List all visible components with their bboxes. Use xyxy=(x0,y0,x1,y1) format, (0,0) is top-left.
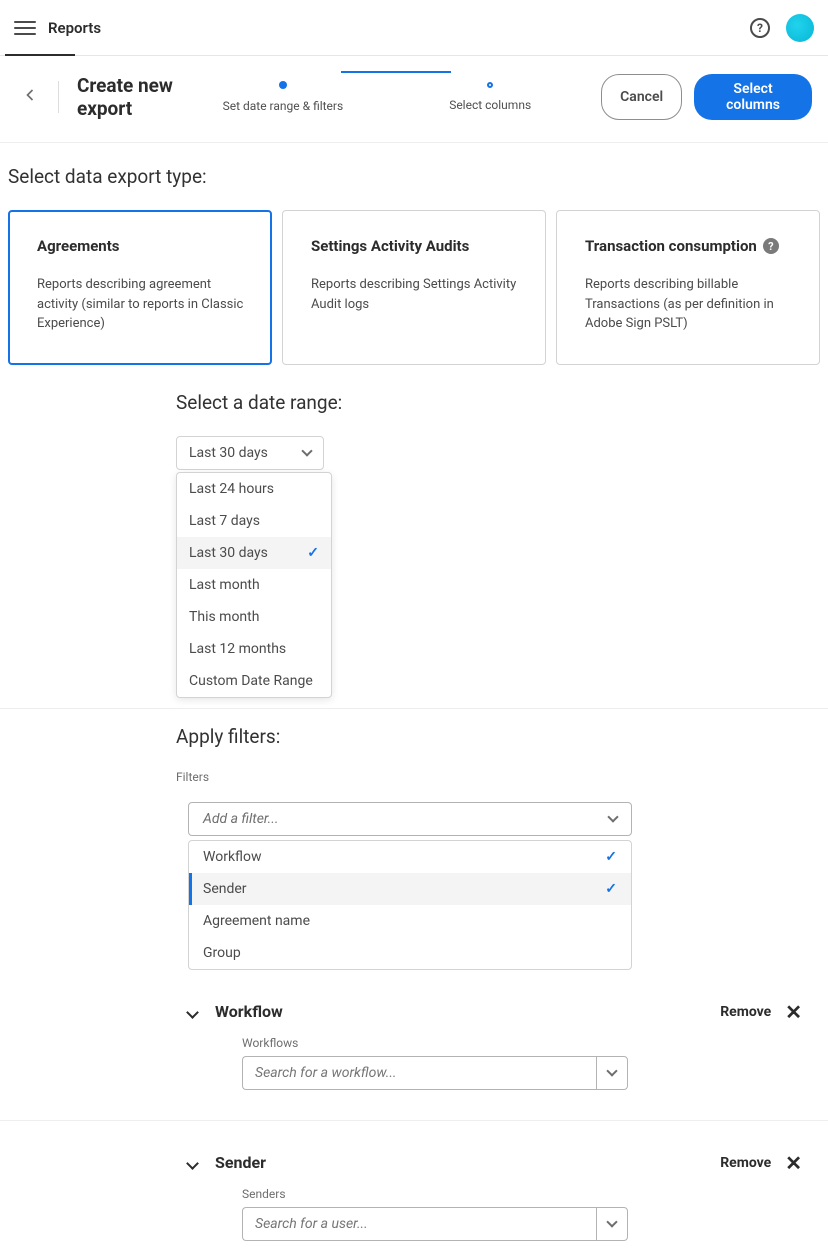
top-title: Reports xyxy=(48,19,101,37)
chevron-down-icon xyxy=(607,811,618,822)
add-filter-dropdown: Workflow✓ Sender✓ Agreement name Group xyxy=(188,840,632,970)
card-desc: Reports describing billable Transactions… xyxy=(585,275,797,334)
filter-block-title: Workflow xyxy=(215,1002,720,1021)
date-range-dropdown: Last 24 hours Last 7 days Last 30 days✓ … xyxy=(176,472,332,698)
check-icon: ✓ xyxy=(605,881,617,897)
sender-search-input[interactable] xyxy=(242,1207,596,1241)
card-agreements[interactable]: Agreements Reports describing agreement … xyxy=(8,210,272,365)
page-title: Create new export xyxy=(77,74,223,120)
add-filter-select[interactable]: Add a filter... xyxy=(188,802,632,836)
top-bar: Reports ? xyxy=(0,0,828,56)
filter-block-workflow: Workflow Remove ✕ Workflows xyxy=(188,1000,820,1090)
workflow-search-input[interactable] xyxy=(242,1056,596,1090)
info-icon[interactable]: ? xyxy=(763,238,779,254)
check-icon: ✓ xyxy=(307,545,319,561)
card-settings-activity[interactable]: Settings Activity Audits Reports describ… xyxy=(282,210,546,365)
cancel-button[interactable]: Cancel xyxy=(601,74,682,120)
collapse-toggle[interactable] xyxy=(188,1153,197,1172)
stepper: Set date range & filters . Select column… xyxy=(223,80,532,114)
close-icon[interactable]: ✕ xyxy=(785,1000,802,1024)
step-connector xyxy=(341,71,451,73)
card-title: Transaction consumption ? xyxy=(585,237,797,255)
filter-sublabel: Senders xyxy=(242,1187,820,1201)
dd-item-last-12-months[interactable]: Last 12 months xyxy=(177,633,331,665)
sender-dropdown-button[interactable] xyxy=(596,1207,628,1241)
remove-filter-link[interactable]: Remove xyxy=(720,1155,771,1171)
fp-item-agreement-name[interactable]: Agreement name xyxy=(189,905,631,937)
dd-item-this-month[interactable]: This month xyxy=(177,601,331,633)
remove-filter-link[interactable]: Remove xyxy=(720,1004,771,1020)
card-desc: Reports describing Settings Activity Aud… xyxy=(311,275,523,314)
card-transaction-consumption[interactable]: Transaction consumption ? Reports descri… xyxy=(556,210,820,365)
dd-item-last-7-days[interactable]: Last 7 days xyxy=(177,505,331,537)
date-range-select[interactable]: Last 30 days xyxy=(176,436,324,470)
step-1[interactable]: Set date range & filters xyxy=(223,81,344,113)
fp-item-group[interactable]: Group xyxy=(189,937,631,969)
filters-section: Apply filters: Filters Add a filter... W… xyxy=(0,709,828,1251)
page-header: Create new export Set date range & filte… xyxy=(0,56,828,143)
avatar[interactable] xyxy=(786,14,814,42)
filters-title: Apply filters: xyxy=(176,725,820,748)
card-title: Agreements xyxy=(37,237,249,255)
dd-item-last-month[interactable]: Last month xyxy=(177,569,331,601)
step-dot-open xyxy=(487,82,493,88)
export-type-title: Select data export type: xyxy=(8,165,820,188)
date-range-section: Select a date range: Last 30 days Last 2… xyxy=(0,375,828,708)
hamburger-icon[interactable] xyxy=(14,17,36,39)
divider xyxy=(0,1120,828,1121)
filter-sublabel: Workflows xyxy=(242,1036,820,1050)
check-icon: ✓ xyxy=(605,849,617,865)
filter-block-sender: Sender Remove ✕ Senders xyxy=(188,1151,820,1241)
collapse-toggle[interactable] xyxy=(188,1002,197,1021)
dd-item-last-24-hours[interactable]: Last 24 hours xyxy=(177,473,331,505)
active-tab-underline xyxy=(5,54,75,57)
step-2[interactable]: Select columns xyxy=(449,82,531,112)
add-filter-placeholder: Add a filter... xyxy=(203,811,278,827)
card-title: Settings Activity Audits xyxy=(311,237,523,255)
chevron-down-icon xyxy=(301,445,312,456)
filter-block-title: Sender xyxy=(215,1153,720,1172)
fp-item-sender[interactable]: Sender✓ xyxy=(189,873,631,905)
help-icon[interactable]: ? xyxy=(750,18,770,38)
workflow-dropdown-button[interactable] xyxy=(596,1056,628,1090)
date-range-value: Last 30 days xyxy=(189,445,268,461)
export-type-section: Select data export type: Agreements Repo… xyxy=(0,143,828,375)
chevron-down-icon xyxy=(606,1065,617,1076)
fp-item-workflow[interactable]: Workflow✓ xyxy=(189,841,631,873)
card-desc: Reports describing agreement activity (s… xyxy=(37,275,249,334)
date-range-title: Select a date range: xyxy=(176,391,820,414)
filters-label: Filters xyxy=(176,770,820,784)
select-columns-button[interactable]: Select columns xyxy=(694,74,812,120)
back-arrow-icon[interactable] xyxy=(16,81,44,113)
step-dot-filled xyxy=(279,81,287,89)
chevron-down-icon xyxy=(606,1216,617,1227)
dd-item-last-30-days[interactable]: Last 30 days✓ xyxy=(177,537,331,569)
dd-item-custom-range[interactable]: Custom Date Range xyxy=(177,665,331,697)
divider xyxy=(58,81,59,113)
close-icon[interactable]: ✕ xyxy=(785,1151,802,1175)
